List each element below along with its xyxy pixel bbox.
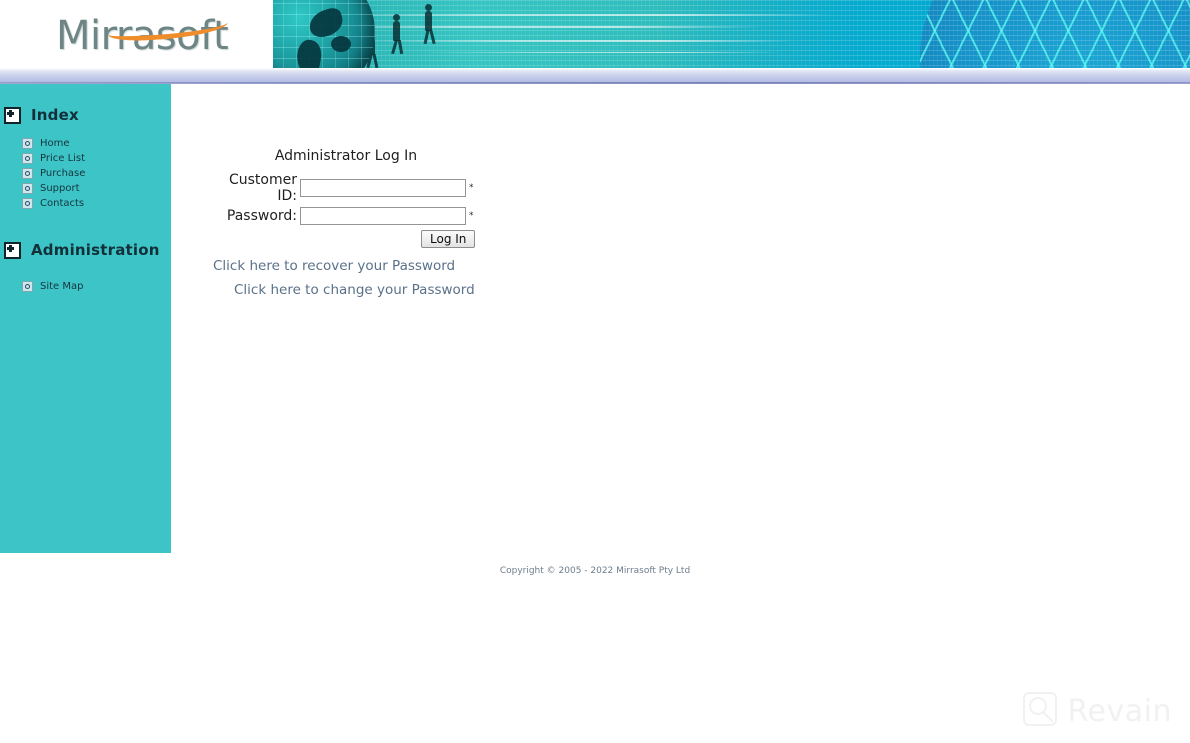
password-row: Password: * bbox=[205, 207, 505, 225]
customer-id-label: Customer ID: bbox=[228, 172, 297, 204]
sidebar-item-label: Contacts bbox=[40, 198, 85, 209]
bullet-icon bbox=[22, 153, 33, 164]
password-label: Password: bbox=[226, 208, 297, 224]
recover-password-link[interactable]: Click here to recover your Password bbox=[205, 258, 505, 274]
header-divider-line bbox=[0, 82, 1190, 84]
required-asterisk-icon: * bbox=[469, 211, 474, 221]
page-header: Mirrasoft bbox=[0, 0, 1190, 68]
submit-row: Log In bbox=[205, 230, 505, 248]
sidebar-item-support[interactable]: Support bbox=[22, 181, 171, 196]
banner-scan-lines bbox=[273, 0, 1190, 68]
sidebar-item-site-map[interactable]: Site Map bbox=[22, 279, 171, 294]
header-banner-graphic bbox=[273, 0, 1190, 68]
bullet-icon bbox=[22, 281, 33, 292]
watermark-label: Revain bbox=[1067, 693, 1172, 729]
silhouette-figure bbox=[393, 21, 400, 41]
sidebar-group-title: Administration bbox=[31, 241, 160, 259]
sidebar-item-purchase[interactable]: Purchase bbox=[22, 166, 171, 181]
sidebar-item-label: Site Map bbox=[40, 281, 84, 292]
header-divider-bar bbox=[0, 68, 1190, 83]
bullet-icon bbox=[22, 183, 33, 194]
sidebar-item-contacts[interactable]: Contacts bbox=[22, 196, 171, 211]
magnifier-square-icon bbox=[1022, 691, 1058, 731]
customer-id-row: Customer ID: * bbox=[205, 172, 505, 204]
sidebar-item-price-list[interactable]: Price List bbox=[22, 151, 171, 166]
customer-id-input[interactable] bbox=[300, 179, 466, 197]
revain-watermark: Revain bbox=[1022, 691, 1172, 731]
bullet-icon bbox=[22, 198, 33, 209]
login-form: Administrator Log In Customer ID: * Pass… bbox=[205, 148, 505, 298]
sidebar-navigation: Index Home Price List Purchase Support C… bbox=[0, 88, 171, 553]
sidebar-group-index[interactable]: Index bbox=[0, 106, 171, 124]
sidebar-list-administration: Site Map bbox=[0, 279, 171, 294]
banner-streak bbox=[423, 52, 783, 53]
sidebar-item-label: Price List bbox=[40, 153, 86, 164]
required-asterisk-icon: * bbox=[469, 183, 474, 193]
sidebar-group-administration[interactable]: Administration bbox=[0, 241, 171, 259]
silhouette-figure bbox=[393, 14, 400, 21]
login-button[interactable]: Log In bbox=[421, 230, 476, 248]
sidebar-item-label: Support bbox=[40, 183, 80, 194]
bullet-icon bbox=[22, 138, 33, 149]
sidebar-item-label: Purchase bbox=[40, 168, 86, 179]
page-title: Administrator Log In bbox=[274, 148, 418, 164]
banner-streak bbox=[313, 14, 833, 16]
expand-plus-box-icon[interactable] bbox=[4, 241, 21, 259]
sidebar-item-label: Home bbox=[40, 138, 70, 149]
expand-plus-box-icon[interactable] bbox=[4, 106, 21, 124]
sidebar-group-title: Index bbox=[31, 106, 79, 124]
banner-streak bbox=[363, 40, 793, 42]
password-input[interactable] bbox=[300, 207, 466, 225]
silhouette-figure bbox=[425, 11, 432, 31]
silhouette-figure bbox=[425, 4, 432, 11]
site-logo[interactable]: Mirrasoft bbox=[56, 12, 256, 60]
main-content: Administrator Log In Customer ID: * Pass… bbox=[171, 88, 1190, 553]
change-password-link[interactable]: Click here to change your Password bbox=[205, 282, 505, 298]
sidebar-item-home[interactable]: Home bbox=[22, 136, 171, 151]
sidebar-list-index: Home Price List Purchase Support Contact… bbox=[0, 136, 171, 211]
footer-copyright: Copyright © 2005 - 2022 Mirrasoft Pty Lt… bbox=[499, 566, 691, 576]
bullet-icon bbox=[22, 168, 33, 179]
